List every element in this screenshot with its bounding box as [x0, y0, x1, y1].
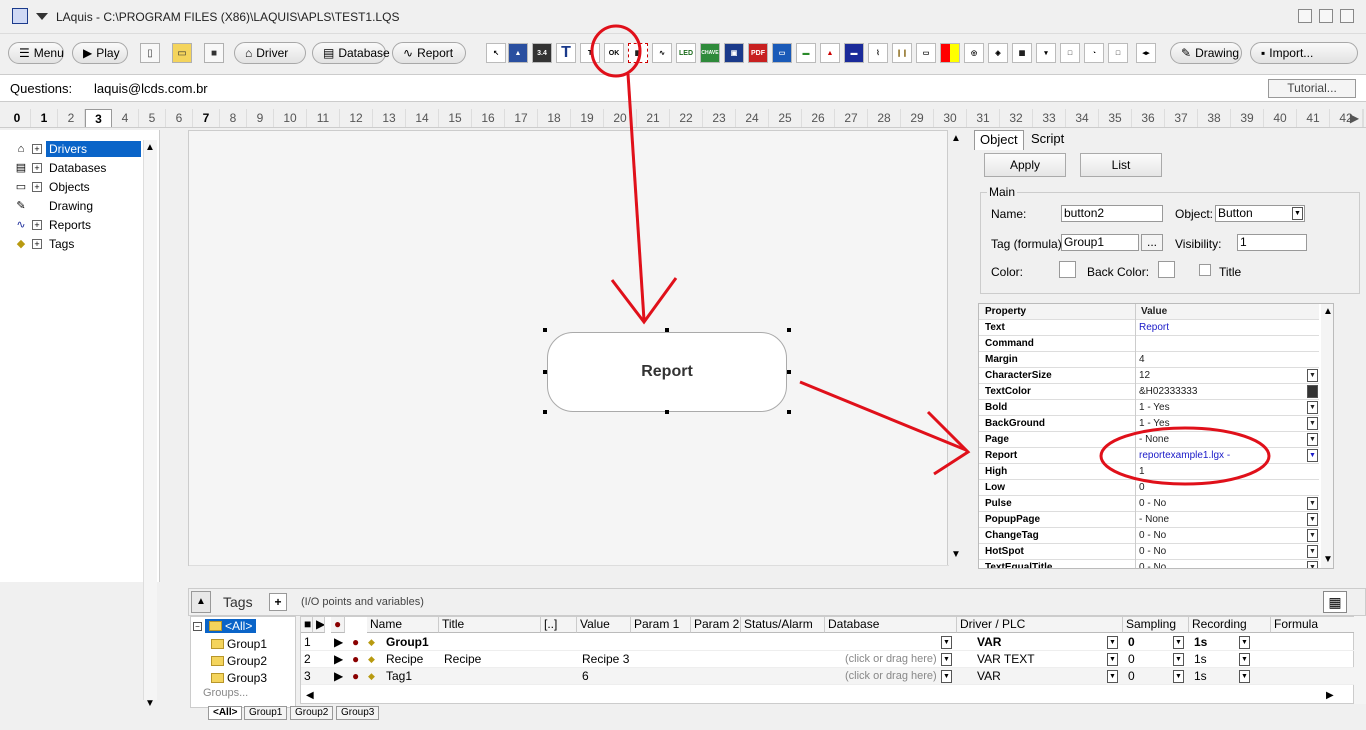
toolbar-highlight-circle [590, 24, 642, 78]
arrow-to-button [626, 73, 646, 321]
annotation-overlay [590, 24, 1271, 486]
arrow-to-property [799, 380, 967, 452]
report-property-circle [1099, 426, 1271, 486]
